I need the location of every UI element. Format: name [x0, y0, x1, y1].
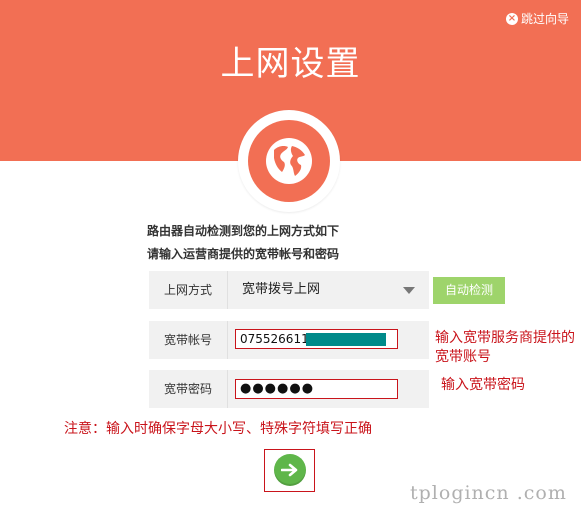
detection-message: 路由器自动检测到您的上网方式如下 — [147, 224, 340, 238]
warning-annotation: 注意：输入时确保字母大小写、特殊字符填写正确 — [64, 421, 372, 437]
password-annotation: 输入宽带密码 — [441, 377, 525, 393]
next-highlight — [264, 449, 315, 492]
page-title: 上网设置 — [220, 44, 361, 84]
chevron-down-icon — [403, 287, 415, 294]
account-value: 075526611 — [240, 332, 309, 346]
auto-detect-button[interactable]: 自动检测 — [433, 277, 505, 304]
skip-wizard-button[interactable]: × 跳过向导 — [505, 10, 569, 27]
instruction-message: 请输入运营商提供的宽带帐号和密码 — [147, 247, 340, 261]
globe-icon — [248, 120, 330, 202]
connection-type-row: 上网方式 宽带拨号上网 — [149, 271, 429, 309]
connection-type-select[interactable]: 宽带拨号上网 — [228, 271, 429, 309]
account-label: 宽带帐号 — [149, 321, 228, 359]
close-circle-icon: × — [505, 12, 518, 25]
password-input[interactable]: ●●●●●● — [235, 379, 398, 399]
skip-wizard-label: 跳过向导 — [520, 12, 569, 26]
connection-type-label: 上网方式 — [149, 271, 228, 309]
account-redaction — [306, 333, 386, 346]
account-annotation: 输入宽带服务商提供的宽带账号 — [435, 330, 575, 365]
globe-badge — [238, 110, 340, 212]
connection-type-value: 宽带拨号上网 — [242, 282, 321, 297]
watermark: tplogincn .com — [410, 482, 567, 504]
arrow-right-icon — [281, 463, 298, 477]
next-button[interactable] — [274, 454, 306, 486]
password-label: 宽带密码 — [149, 370, 228, 408]
account-input[interactable]: 075526611 — [235, 329, 398, 349]
